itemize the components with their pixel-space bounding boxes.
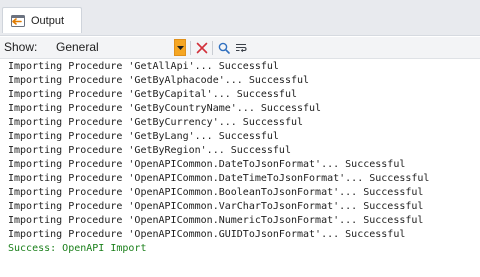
output-line: Importing Procedure 'OpenAPICommon.VarCh… — [8, 201, 424, 212]
show-output-from-select[interactable]: General — [52, 39, 186, 56]
tab-strip: Output — [0, 0, 480, 36]
output-line: Importing Procedure 'GetByCountryName'..… — [8, 103, 322, 114]
toolbar-separator — [212, 41, 213, 55]
output-text-area[interactable]: Importing Procedure 'GetAllApi'... Succe… — [0, 60, 480, 277]
output-line: Importing Procedure 'GetByLang'... Succe… — [8, 131, 279, 142]
show-label: Show: — [4, 40, 38, 54]
output-window-icon — [10, 13, 26, 29]
output-line: Importing Procedure 'GetByCapital'... Su… — [8, 89, 297, 100]
output-line: Importing Procedure 'OpenAPICommon.Boole… — [8, 187, 424, 198]
show-select-value: General — [56, 40, 99, 54]
output-line: Importing Procedure 'OpenAPICommon.DateT… — [8, 159, 406, 170]
tab-output-label: Output — [31, 14, 65, 27]
output-toolbar: Show: General — [0, 37, 480, 59]
toolbar-separator — [190, 41, 191, 55]
output-line: Importing Procedure 'GetByRegion'... Suc… — [8, 145, 291, 156]
output-line: Importing Procedure 'OpenAPICommon.Numer… — [8, 215, 424, 226]
output-line: Importing Procedure 'GetByAlphacode'... … — [8, 75, 310, 86]
output-success-line: Success: OpenAPI Import — [8, 243, 147, 254]
search-icon[interactable] — [216, 39, 232, 56]
output-line: Importing Procedure 'OpenAPICommon.GUIDT… — [8, 229, 406, 240]
chevron-down-icon[interactable] — [174, 39, 186, 56]
output-line: Importing Procedure 'GetByCurrency'... S… — [8, 117, 304, 128]
word-wrap-icon[interactable] — [233, 39, 249, 56]
output-panel: Output Show: General Importing Procedure… — [0, 0, 480, 277]
output-line: Importing Procedure 'GetAllApi'... Succe… — [8, 61, 279, 72]
output-line: Importing Procedure 'OpenAPICommon.DateT… — [8, 173, 430, 184]
tab-output[interactable]: Output — [2, 7, 82, 33]
clear-x-icon[interactable] — [194, 39, 210, 56]
